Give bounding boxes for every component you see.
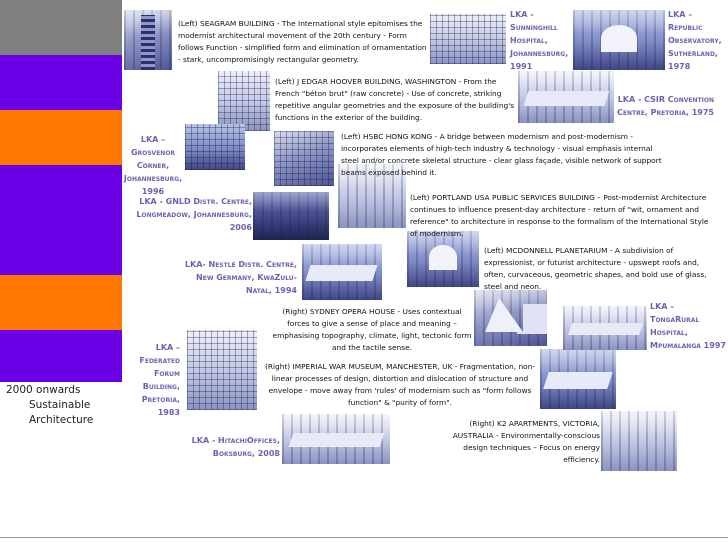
hsbc-caption: (Left) HSBC HONG KONG - A bridge between… <box>341 132 662 177</box>
period-years: 2000 onwards <box>6 384 81 396</box>
bottom-divider <box>0 537 728 538</box>
timeline-stripe-4 <box>0 165 122 220</box>
timeline-stripe-6 <box>0 275 122 330</box>
timeline-stripe-2 <box>0 55 122 110</box>
timeline-stripe-5 <box>0 220 122 275</box>
lka-grosvenor-label: LKA – Grosvenor Corner, Johannesburg, 19… <box>123 135 183 196</box>
k2-apartments-caption: (Right) K2 APARTMENTS, VICTORIA, AUSTRAL… <box>452 419 600 464</box>
lka-federated-label: LKA – Federated Forum Building, Pretoria… <box>139 343 180 417</box>
lka-observatory-label: LKA – Republic Observatory, Sutherland, … <box>668 10 722 71</box>
gnld-centre-photo <box>253 192 329 240</box>
lka-tongarural-label: LKA – TongaRural Hospital, Mpumalanga 19… <box>650 302 726 350</box>
hoover-building-photo <box>218 71 270 131</box>
grosvenor-corner-photo <box>185 124 245 170</box>
portland-caption: (Left) PORTLAND USA PUBLIC SERVICES BUIL… <box>410 193 709 238</box>
lka-gnld-label: LKA - GNLD Distr. Centre, Longmeadow, Jo… <box>136 197 252 232</box>
lka-sunninghill-label: LKA - Sunninghill Hospital, Johannesburg… <box>510 10 569 71</box>
hsbc-building-photo <box>274 131 334 186</box>
sydney-opera-house-photo <box>474 290 547 346</box>
republic-observatory-photo <box>573 10 665 70</box>
seagram-caption: (Left) SEAGRAM BUILDING - The Internatio… <box>178 19 427 64</box>
csir-convention-centre-photo <box>518 71 614 123</box>
nestle-centre-photo <box>302 244 382 300</box>
k2-apartments-photo <box>601 411 677 471</box>
period-title-line2: Architecture <box>29 414 94 426</box>
timeline-stripe-7 <box>0 330 122 382</box>
hoover-caption: (Left) J EDGAR HOOVER BUILDING, WASHINGT… <box>275 77 515 122</box>
timeline-stripe-3 <box>0 110 122 165</box>
seagram-building-photo <box>124 10 172 70</box>
timeline-period-label: 2000 onwards Sustainable Architecture <box>6 383 118 428</box>
timeline-stripe-1 <box>0 0 122 55</box>
sydney-opera-caption: (Right) SYDNEY OPERA HOUSE - Uses contex… <box>272 307 472 352</box>
imperial-war-museum-photo <box>540 349 616 409</box>
period-title-line1: Sustainable <box>29 399 91 411</box>
lka-nestle-label: LKA- Nestlé Distr. Centre, New Germany, … <box>184 260 297 295</box>
federated-forum-photo <box>187 330 257 410</box>
lka-hitachi-label: LKA - HitachiOffices, Boksburg, 2008 <box>191 436 280 458</box>
hitachi-offices-photo <box>282 414 390 464</box>
tongarural-hospital-photo <box>563 306 647 350</box>
sunninghill-hospital-photo <box>430 14 506 64</box>
lka-csir-label: LKA - CSIR Convention Centre, Pretoria, … <box>617 95 714 117</box>
imperial-war-museum-caption: (Right) IMPERIAL WAR MUSEUM, MANCHESTER,… <box>264 362 536 407</box>
mcdonnell-caption: (Left) MCDONNELL PLANETARIUM - A subdivi… <box>484 246 707 291</box>
